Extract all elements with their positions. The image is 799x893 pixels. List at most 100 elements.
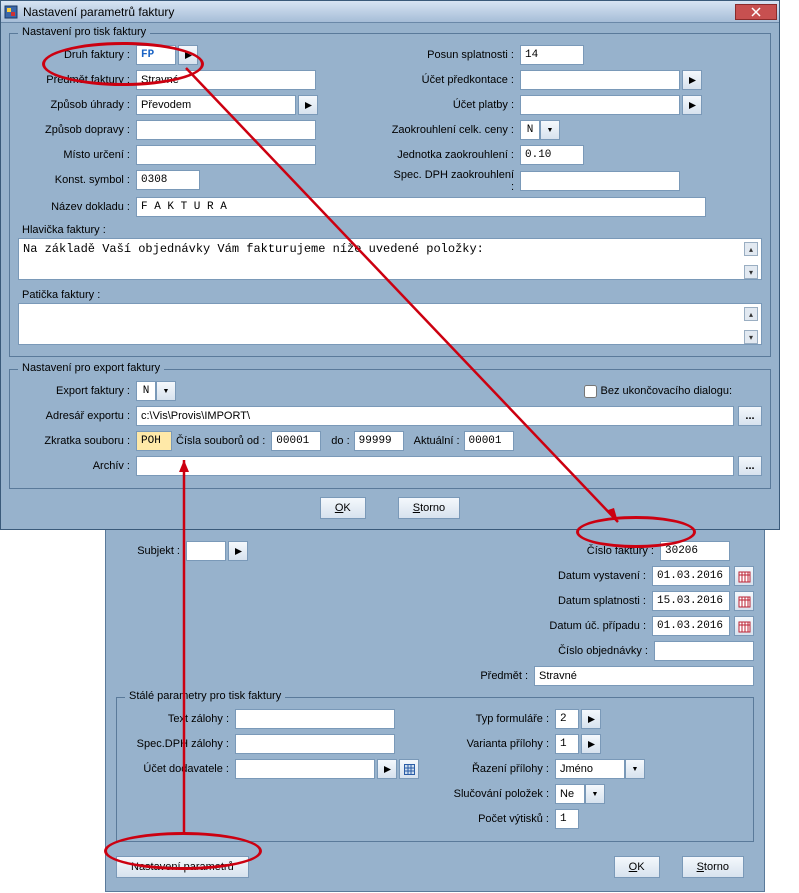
subjekt-input[interactable] bbox=[186, 541, 226, 561]
label-ucet-platby: Účet platby : bbox=[390, 99, 520, 111]
predmet-lower-input[interactable] bbox=[534, 666, 754, 686]
var-pril-input[interactable] bbox=[555, 734, 579, 754]
calendar-button-vys[interactable] bbox=[734, 566, 754, 586]
druh-faktury-picker[interactable] bbox=[178, 45, 198, 65]
label-spec-dph: Spec.DPH zálohy : bbox=[125, 738, 235, 750]
export-group-title: Nastavení pro export faktury bbox=[18, 362, 164, 374]
label-paticka: Patička faktury : bbox=[22, 289, 762, 301]
label-ks: Konst. symbol : bbox=[18, 174, 136, 186]
archiv-input[interactable] bbox=[136, 456, 734, 476]
ok-button-lower[interactable]: OK bbox=[614, 856, 660, 878]
typ-form-picker[interactable] bbox=[581, 709, 601, 729]
slucovani-dropdown[interactable]: ▼ bbox=[585, 784, 605, 804]
posun-input[interactable] bbox=[520, 45, 584, 65]
label-ucet-dod: Účet dodavatele : bbox=[125, 763, 235, 775]
bez-dialogu-checkbox[interactable] bbox=[584, 385, 597, 398]
app-icon bbox=[3, 4, 19, 20]
scroll-down[interactable]: ▾ bbox=[744, 265, 758, 279]
pocet-vyt-input[interactable] bbox=[555, 809, 579, 829]
zkratka-input[interactable] bbox=[136, 431, 172, 451]
label-archiv: Archív : bbox=[18, 460, 136, 472]
calendar-button-uc[interactable] bbox=[734, 616, 754, 636]
export-settings-group: Nastavení pro export faktury Export fakt… bbox=[9, 369, 771, 489]
scroll-up-2[interactable]: ▴ bbox=[744, 307, 758, 321]
ucet-dod-picker[interactable] bbox=[377, 759, 397, 779]
paticka-textarea[interactable] bbox=[18, 303, 762, 345]
aktualni-input[interactable] bbox=[464, 431, 514, 451]
export-input[interactable] bbox=[136, 381, 156, 401]
ucet-platby-picker[interactable] bbox=[682, 95, 702, 115]
druh-faktury-input[interactable] bbox=[136, 45, 176, 65]
label-typ-form: Typ formuláře : bbox=[435, 713, 555, 725]
stale-parametry-group: Stálé parametry pro tisk faktury Text zá… bbox=[116, 697, 754, 842]
label-pocet-vyt: Počet výtisků : bbox=[435, 813, 555, 825]
spec-dph-input[interactable] bbox=[235, 734, 395, 754]
cislo-obj-input[interactable] bbox=[654, 641, 754, 661]
label-spec-dph-zaok: Spec. DPH zaokrouhlení : bbox=[390, 169, 520, 193]
spec-dph-zaok-input[interactable] bbox=[520, 171, 680, 191]
slucovani-input[interactable] bbox=[555, 784, 585, 804]
label-ucet-predk: Účet předkontace : bbox=[390, 74, 520, 86]
datum-uc-input[interactable] bbox=[652, 616, 730, 636]
label-cislo-fakt: Číslo faktury : bbox=[540, 545, 660, 557]
label-aktualni: Aktuální : bbox=[414, 435, 460, 447]
zaok-dropdown[interactable]: ▼ bbox=[540, 120, 560, 140]
storno-button-lower[interactable]: Storno bbox=[682, 856, 744, 878]
label-subjekt: Subjekt : bbox=[116, 545, 186, 557]
zaok-celk-input[interactable] bbox=[520, 120, 540, 140]
ks-input[interactable] bbox=[136, 170, 200, 190]
text-zalohy-input[interactable] bbox=[235, 709, 395, 729]
label-zaok-celk: Zaokrouhlení celk. ceny : bbox=[390, 124, 520, 136]
label-doprava: Způsob dopravy : bbox=[18, 124, 136, 136]
scroll-up[interactable]: ▴ bbox=[744, 242, 758, 256]
archiv-browse-button[interactable]: ... bbox=[738, 456, 762, 476]
doprava-input[interactable] bbox=[136, 120, 316, 140]
label-posun: Posun splatnosti : bbox=[390, 49, 520, 61]
adresar-input[interactable] bbox=[136, 406, 734, 426]
close-button[interactable] bbox=[735, 4, 777, 20]
label-export: Export faktury : bbox=[18, 385, 136, 397]
uhrada-picker[interactable] bbox=[298, 95, 318, 115]
print-group-title: Nastavení pro tisk faktury bbox=[18, 26, 150, 38]
label-razeni: Řazení přílohy : bbox=[435, 763, 555, 775]
titlebar: Nastavení parametrů faktury bbox=[1, 1, 779, 23]
subjekt-picker[interactable] bbox=[228, 541, 248, 561]
window-title: Nastavení parametrů faktury bbox=[23, 5, 735, 19]
nastaveni-parametru-button[interactable]: Nastavení parametrů bbox=[116, 856, 249, 878]
datum-spl-input[interactable] bbox=[652, 591, 730, 611]
predmet-input[interactable] bbox=[136, 70, 316, 90]
jednotka-input[interactable] bbox=[520, 145, 584, 165]
ucet-platby-input[interactable] bbox=[520, 95, 680, 115]
hlavicka-textarea[interactable] bbox=[18, 238, 762, 280]
uhrada-input[interactable] bbox=[136, 95, 296, 115]
storno-button[interactable]: Storno bbox=[398, 497, 460, 519]
razeni-dropdown[interactable]: ▼ bbox=[625, 759, 645, 779]
calendar-button-spl[interactable] bbox=[734, 591, 754, 611]
label-hlavicka: Hlavička faktury : bbox=[22, 224, 762, 236]
settings-window: Nastavení parametrů faktury Nastavení pr… bbox=[0, 0, 780, 530]
ucet-predk-input[interactable] bbox=[520, 70, 680, 90]
adresar-browse-button[interactable]: ... bbox=[738, 406, 762, 426]
nazev-input[interactable] bbox=[136, 197, 706, 217]
label-zkratka: Zkratka souboru : bbox=[18, 435, 136, 447]
label-cislo-obj: Číslo objednávky : bbox=[534, 645, 654, 657]
scroll-down-2[interactable]: ▾ bbox=[744, 330, 758, 344]
od-input[interactable] bbox=[271, 431, 321, 451]
typ-form-input[interactable] bbox=[555, 709, 579, 729]
label-datum-vys: Datum vystavení : bbox=[532, 570, 652, 582]
ucet-predk-picker[interactable] bbox=[682, 70, 702, 90]
ucet-dod-grid[interactable] bbox=[399, 759, 419, 779]
export-dropdown[interactable]: ▼ bbox=[156, 381, 176, 401]
razeni-input[interactable] bbox=[555, 759, 625, 779]
cislo-fakt-input[interactable] bbox=[660, 541, 730, 561]
ucet-dod-input[interactable] bbox=[235, 759, 375, 779]
datum-vys-input[interactable] bbox=[652, 566, 730, 586]
var-pril-picker[interactable] bbox=[581, 734, 601, 754]
label-misto: Místo určení : bbox=[18, 149, 136, 161]
label-datum-uc: Datum úč. případu : bbox=[532, 620, 652, 632]
misto-input[interactable] bbox=[136, 145, 316, 165]
ok-button[interactable]: OK bbox=[320, 497, 366, 519]
label-adresar: Adresář exportu : bbox=[18, 410, 136, 422]
do-input[interactable] bbox=[354, 431, 404, 451]
label-druh-faktury: Druh faktury : bbox=[18, 49, 136, 61]
